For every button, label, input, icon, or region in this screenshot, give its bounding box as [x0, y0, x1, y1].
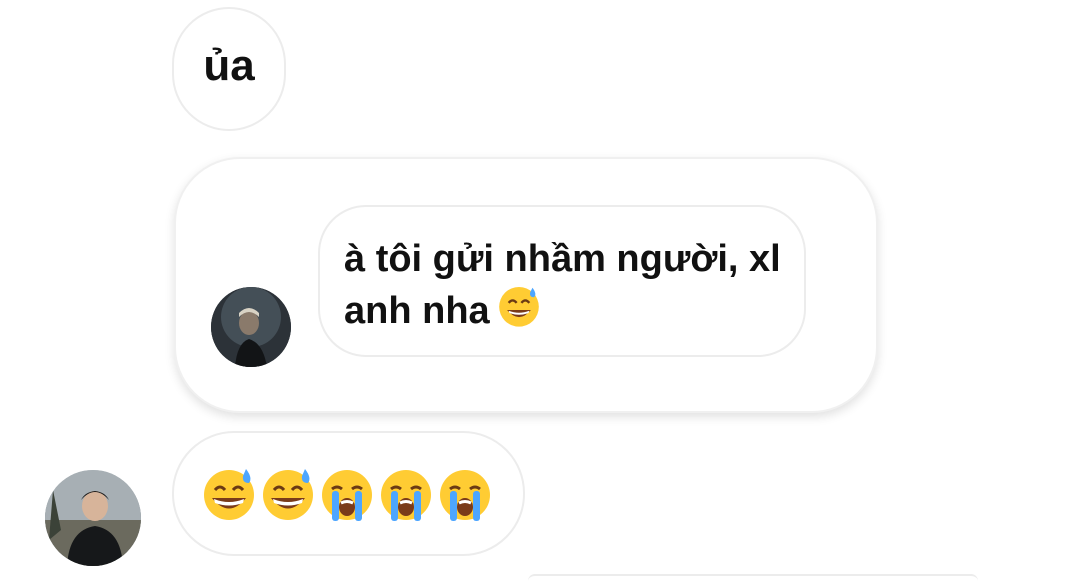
sweat-smile-icon: [496, 283, 542, 341]
crying-icon: [440, 469, 490, 521]
sweat-smile-icon: [204, 468, 254, 520]
next-message-edge: [528, 574, 978, 581]
sweat-smile-icon: [263, 468, 313, 520]
avatar[interactable]: [211, 287, 291, 367]
message-text: ủa: [203, 41, 255, 90]
avatar-photo: [211, 287, 291, 367]
quoted-text: à tôi gửi nhầm người, xl anh nha: [344, 238, 781, 332]
message-bubble[interactable]: ủa: [172, 7, 286, 131]
quoted-message-text: à tôi gửi nhầm người, xl anh nha: [344, 235, 784, 341]
crying-icon: [322, 469, 372, 521]
emoji-message-bubble[interactable]: [172, 431, 525, 556]
quoted-message-bubble[interactable]: à tôi gửi nhầm người, xl anh nha: [318, 205, 806, 357]
crying-icon: [381, 469, 431, 521]
avatar-photo: [45, 470, 141, 566]
avatar[interactable]: [45, 470, 141, 566]
